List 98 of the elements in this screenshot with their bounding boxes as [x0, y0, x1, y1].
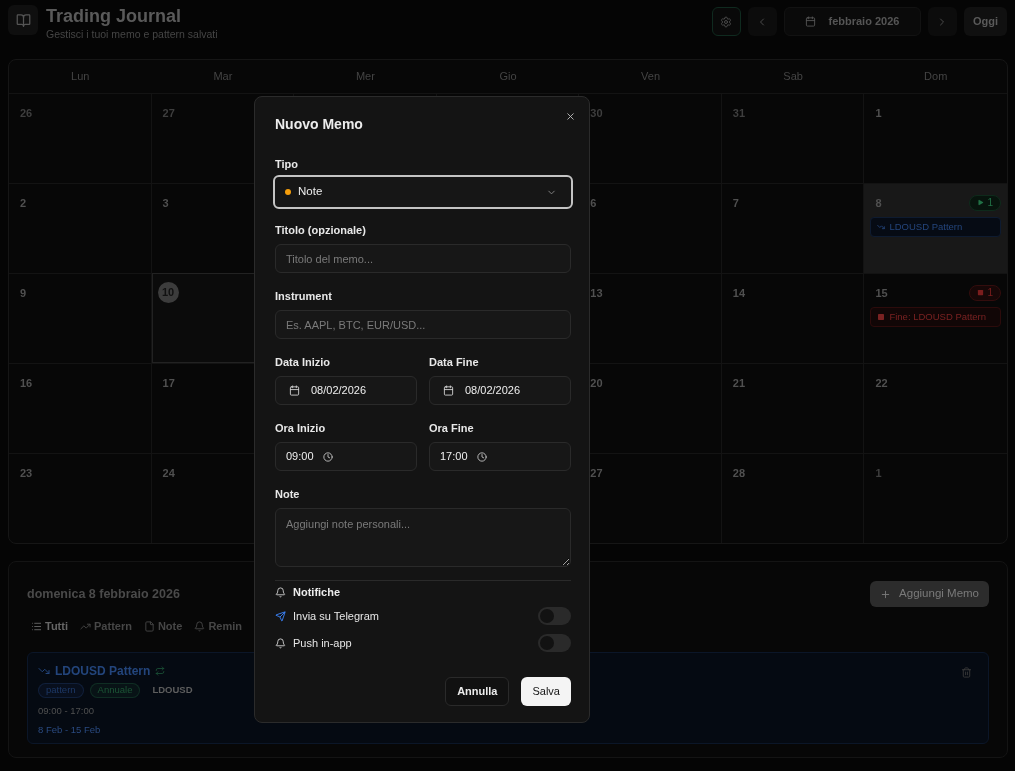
day-cell[interactable]: 23	[9, 453, 152, 543]
bell-icon	[194, 620, 206, 632]
field-label: Ora Fine	[429, 421, 475, 435]
save-button[interactable]: Salva	[521, 677, 571, 706]
day-cell[interactable]: 16	[9, 363, 152, 453]
option-label: Push in-app	[293, 635, 352, 651]
event-label: Fine: LDOUSD Pattern	[889, 309, 987, 324]
day-number: 23	[20, 465, 33, 480]
cancel-button[interactable]: Annulla	[445, 677, 510, 706]
day-number: 21	[732, 375, 746, 390]
day-number: 13	[590, 285, 603, 300]
square-icon	[877, 313, 886, 321]
type-select[interactable]: Note	[273, 175, 573, 209]
memo-tag: pattern	[38, 683, 84, 698]
memo-date-range: 8 Feb - 15 Feb	[38, 723, 102, 738]
notes-textarea[interactable]: Aggiungi note personali...	[275, 508, 571, 567]
day-number: 8	[875, 195, 882, 210]
day-number: 3	[162, 195, 169, 210]
time-input[interactable]: 17:00	[429, 442, 571, 471]
toggle-switch[interactable]	[538, 607, 571, 625]
title-input[interactable]: Titolo del memo...	[275, 244, 571, 273]
weekday-label: Mar	[213, 69, 233, 85]
settings-icon	[720, 15, 733, 28]
clock-icon	[322, 451, 333, 462]
day-cell[interactable]: 28	[721, 453, 865, 543]
filter-tab[interactable]: Note	[143, 617, 183, 635]
day-number: 17	[162, 375, 175, 390]
day-cell[interactable]: 15 1 Fine: LDOUSD Pattern	[864, 273, 1007, 363]
instrument-input[interactable]: Es. AAPL, BTC, EUR/USD...	[275, 310, 571, 339]
weekday-label: Ven	[641, 69, 661, 85]
day-number: 9	[20, 285, 27, 300]
option-label: Invia su Telegram	[293, 608, 379, 624]
memo-instrument: LDOUSD	[152, 683, 193, 698]
calendar-icon	[443, 385, 454, 396]
weekday-label: Lun	[71, 69, 90, 85]
close-icon	[564, 110, 576, 122]
section-heading: Notifiche	[293, 584, 341, 600]
count-badge: 1	[969, 284, 1001, 301]
day-cell[interactable]: 21	[721, 363, 865, 453]
calendar-event[interactable]: LDOUSD Pattern	[870, 217, 1001, 237]
day-number: 7	[732, 195, 739, 210]
toggle-switch[interactable]	[538, 634, 571, 652]
count-badge: 1	[969, 194, 1001, 211]
day-cell[interactable]: 9	[9, 273, 152, 363]
memo-tag: Annuale	[89, 683, 141, 698]
memo-time: 09:00 - 17:00	[38, 704, 95, 718]
day-number: 15	[875, 285, 888, 300]
event-label: LDOUSD Pattern	[889, 219, 963, 234]
date-input[interactable]: 08/02/2026	[429, 376, 571, 405]
filter-tab[interactable]: Remin	[194, 617, 242, 635]
day-cell[interactable]: 22	[864, 363, 1007, 453]
field-label: Data Fine	[429, 355, 480, 369]
day-number: 28	[732, 465, 746, 480]
day-number: 16	[20, 375, 33, 390]
day-heading: domenica 8 febbraio 2026	[27, 585, 180, 603]
day-number: 24	[162, 465, 175, 480]
memo-title: LDOUSD Pattern	[55, 663, 151, 680]
file-icon	[143, 620, 155, 632]
weekday-label: Dom	[924, 69, 948, 85]
next-month-button[interactable]	[927, 7, 957, 36]
day-number: 1	[875, 105, 882, 120]
trash-icon	[961, 667, 972, 678]
book-icon	[8, 5, 38, 35]
day-number: 14	[732, 285, 746, 300]
calendar-icon	[805, 16, 817, 27]
delete-button[interactable]	[961, 667, 972, 678]
settings-button[interactable]	[711, 7, 741, 36]
weekday-label: Sab	[783, 69, 803, 85]
day-number: 22	[875, 375, 888, 390]
today-button[interactable]: Oggi	[963, 7, 1007, 36]
filter-tab[interactable]: Pattern	[80, 617, 132, 635]
trend-line-icon	[877, 223, 886, 231]
time-input[interactable]: 09:00	[275, 442, 417, 471]
calendar-event[interactable]: Fine: LDOUSD Pattern	[870, 307, 1001, 327]
play-icon	[977, 199, 985, 206]
day-cell[interactable]: 8 1 LDOUSD Pattern	[864, 183, 1007, 273]
list-icon	[31, 620, 42, 632]
page-title: Trading Journal	[46, 5, 183, 27]
add-memo-button[interactable]: Aggiungi Memo	[870, 581, 989, 607]
date-input[interactable]: 08/02/2026	[275, 376, 417, 405]
day-number: 27	[590, 465, 603, 480]
clock-icon	[476, 451, 487, 462]
plus-icon	[880, 588, 892, 600]
day-cell[interactable]: 2	[9, 183, 152, 273]
trend-line-icon	[38, 665, 50, 677]
day-cell[interactable]: 14	[721, 273, 865, 363]
day-number: 6	[590, 195, 597, 210]
bell-icon	[275, 586, 286, 598]
month-picker-button[interactable]: febbraio 2026	[783, 7, 921, 36]
calendar-icon	[289, 385, 300, 396]
day-number: 20	[590, 375, 603, 390]
previous-month-button[interactable]	[747, 7, 777, 36]
weekday-label: Mer	[355, 69, 375, 85]
send-icon	[275, 610, 286, 622]
weekday-label: Gio	[499, 69, 517, 85]
filter-tab[interactable]: Tutti	[31, 617, 68, 635]
day-number: 2	[20, 195, 27, 210]
bell-icon	[275, 637, 286, 649]
